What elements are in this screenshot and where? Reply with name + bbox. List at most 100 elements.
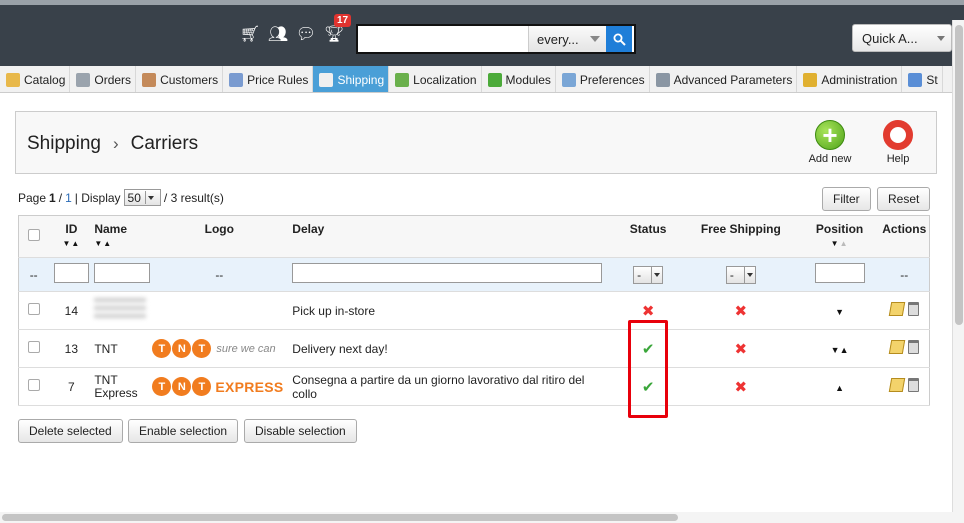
- chevron-down-icon: [144, 191, 157, 204]
- cross-icon[interactable]: ✖: [735, 341, 748, 358]
- edit-icon[interactable]: [888, 302, 905, 316]
- trash-icon[interactable]: [907, 340, 919, 354]
- carrier-name-blurred: [94, 298, 147, 320]
- cross-icon[interactable]: ✖: [642, 303, 655, 320]
- select-all-checkbox[interactable]: [27, 229, 40, 241]
- edit-icon[interactable]: [888, 378, 905, 392]
- trash-icon[interactable]: [907, 378, 919, 392]
- filter-button[interactable]: Filter: [822, 187, 871, 211]
- table-header: ID ▼▲ Name ▼▲ Logo Delay Status Free Shipp…: [18, 215, 930, 258]
- edit-icon[interactable]: [888, 340, 905, 354]
- vertical-scrollbar[interactable]: [952, 20, 964, 520]
- filter-status-value: -: [637, 267, 642, 282]
- search-input[interactable]: [358, 26, 528, 52]
- col-position-label: Position: [815, 222, 864, 236]
- search-scope-select[interactable]: every...: [528, 26, 606, 52]
- table-row[interactable]: 7 TNT Express T N T EXPRESS Consegna a partire…: [18, 367, 930, 406]
- move-up-icon[interactable]: ▲: [835, 383, 844, 393]
- col-delay: Delay: [288, 215, 615, 258]
- row-checkbox[interactable]: [27, 303, 40, 315]
- col-status-label: Status: [629, 222, 667, 236]
- move-down-icon[interactable]: ▼: [831, 345, 840, 355]
- table-row[interactable]: 14 Pick up in-store ✖ ✖ ▼: [18, 291, 930, 330]
- delete-selected-button[interactable]: Delete selected: [18, 419, 123, 443]
- quick-access-select[interactable]: Quick A...: [852, 24, 952, 52]
- horizontal-scrollbar-thumb[interactable]: [2, 514, 678, 521]
- filter-status-select[interactable]: -: [633, 265, 664, 284]
- menu-item-administration[interactable]: Administration: [797, 66, 903, 92]
- header-shortcuts: 🛒︎ 👥︎ 💬︎ 🏆︎ 17: [236, 14, 352, 46]
- row-checkbox[interactable]: [27, 379, 40, 391]
- carrier-delay: Delivery next day!: [292, 341, 388, 356]
- menu-item-label: Catalog: [24, 72, 66, 87]
- chevron-down-icon: [651, 266, 662, 283]
- row-checkbox[interactable]: [27, 341, 40, 353]
- col-actions-label: Actions: [882, 222, 927, 236]
- menu-item-orders[interactable]: Orders: [70, 66, 137, 92]
- menu-item-localization[interactable]: Localization: [389, 66, 482, 92]
- sort-arrows-icon[interactable]: ▼▲: [48, 239, 94, 248]
- filter-name-input[interactable]: [94, 263, 151, 283]
- trash-icon[interactable]: [907, 302, 919, 316]
- table-body: 14 Pick up in-store ✖ ✖ ▼ 13 TNT T N Tsure we can…: [18, 291, 930, 406]
- menu-item-customers[interactable]: Customers: [136, 66, 224, 92]
- sort-arrows-icon[interactable]: ▼▲: [94, 239, 150, 248]
- col-position[interactable]: Position ▼▲: [799, 215, 880, 258]
- filter-id-input[interactable]: [53, 263, 89, 283]
- tnt-express-text: EXPRESS: [215, 378, 284, 395]
- quick-access-label: Quick A...: [862, 30, 918, 46]
- col-id[interactable]: ID ▼▲: [48, 215, 95, 258]
- messages-icon[interactable]: 💬︎: [292, 22, 320, 46]
- breadcrumb: Shipping › Carriers: [27, 133, 198, 155]
- per-page-select[interactable]: 50: [123, 189, 161, 206]
- folder-icon: [6, 72, 20, 87]
- breadcrumb-shipping[interactable]: Shipping: [27, 133, 101, 155]
- lifebuoy-icon: [883, 120, 913, 150]
- page-title-panel: Shipping › Carriers + Add new Help: [15, 111, 937, 174]
- menu-item-label: Localization: [413, 72, 477, 87]
- total-pages-link[interactable]: 1: [65, 191, 72, 205]
- enable-selection-button[interactable]: Enable selection: [128, 419, 239, 443]
- tnt-letter: T: [192, 339, 212, 358]
- cross-icon[interactable]: ✖: [735, 379, 748, 396]
- carrier-delay: Pick up in-store: [292, 303, 375, 318]
- menu-item-preferences[interactable]: Preferences: [556, 66, 650, 92]
- carriers-table: ID ▼▲ Name ▼▲ Logo Delay Status Free Shipp…: [18, 215, 930, 406]
- reset-button[interactable]: Reset: [877, 187, 931, 211]
- menu-item-st[interactable]: St: [902, 66, 943, 92]
- col-name[interactable]: Name ▼▲: [94, 215, 151, 258]
- menu-item-advanced-parameters[interactable]: Advanced Parameters: [650, 66, 798, 92]
- menu-item-price-rules[interactable]: Price Rules: [223, 66, 314, 92]
- result-count: / 3 result(s): [163, 190, 224, 205]
- menu-item-catalog[interactable]: Catalog: [0, 66, 71, 92]
- tnt-letter: N: [172, 339, 192, 358]
- filter-row: -- -- - - --: [18, 257, 930, 292]
- select-all-cell: [18, 215, 49, 258]
- col-status: Status: [614, 215, 683, 258]
- tnt-letter: T: [152, 339, 172, 358]
- menu-item-shipping[interactable]: Shipping: [313, 66, 390, 92]
- trophy-icon[interactable]: 🏆︎ 17: [320, 14, 352, 46]
- sort-arrows-icon[interactable]: ▼▲: [800, 239, 880, 248]
- add-new-button[interactable]: + Add new: [804, 120, 856, 165]
- cross-icon[interactable]: ✖: [735, 303, 748, 320]
- help-button[interactable]: Help: [872, 120, 924, 165]
- table-row[interactable]: 13 TNT T N Tsure we can Delivery next day! ✔ ✖ ▼…: [18, 329, 930, 368]
- customers-icon[interactable]: 👥︎: [264, 22, 292, 46]
- search-button[interactable]: [606, 26, 632, 52]
- carrier-id: 14: [48, 291, 95, 330]
- col-logo-label: Logo: [204, 222, 234, 236]
- menu-item-modules[interactable]: Modules: [482, 66, 556, 92]
- vertical-scrollbar-thumb[interactable]: [955, 25, 963, 325]
- menu-item-label: Price Rules: [247, 72, 309, 87]
- filter-position-input[interactable]: [814, 263, 865, 283]
- disable-selection-button[interactable]: Disable selection: [244, 419, 357, 443]
- filter-free-shipping-select[interactable]: -: [725, 265, 756, 284]
- menu-item-label: Advanced Parameters: [673, 72, 793, 87]
- move-up-icon[interactable]: ▲: [840, 345, 849, 355]
- chevron-down-icon: [590, 36, 600, 42]
- cart-icon[interactable]: 🛒︎: [236, 22, 264, 46]
- horizontal-scrollbar[interactable]: [0, 512, 964, 523]
- move-down-icon[interactable]: ▼: [835, 307, 844, 317]
- filter-delay-input[interactable]: [292, 263, 603, 283]
